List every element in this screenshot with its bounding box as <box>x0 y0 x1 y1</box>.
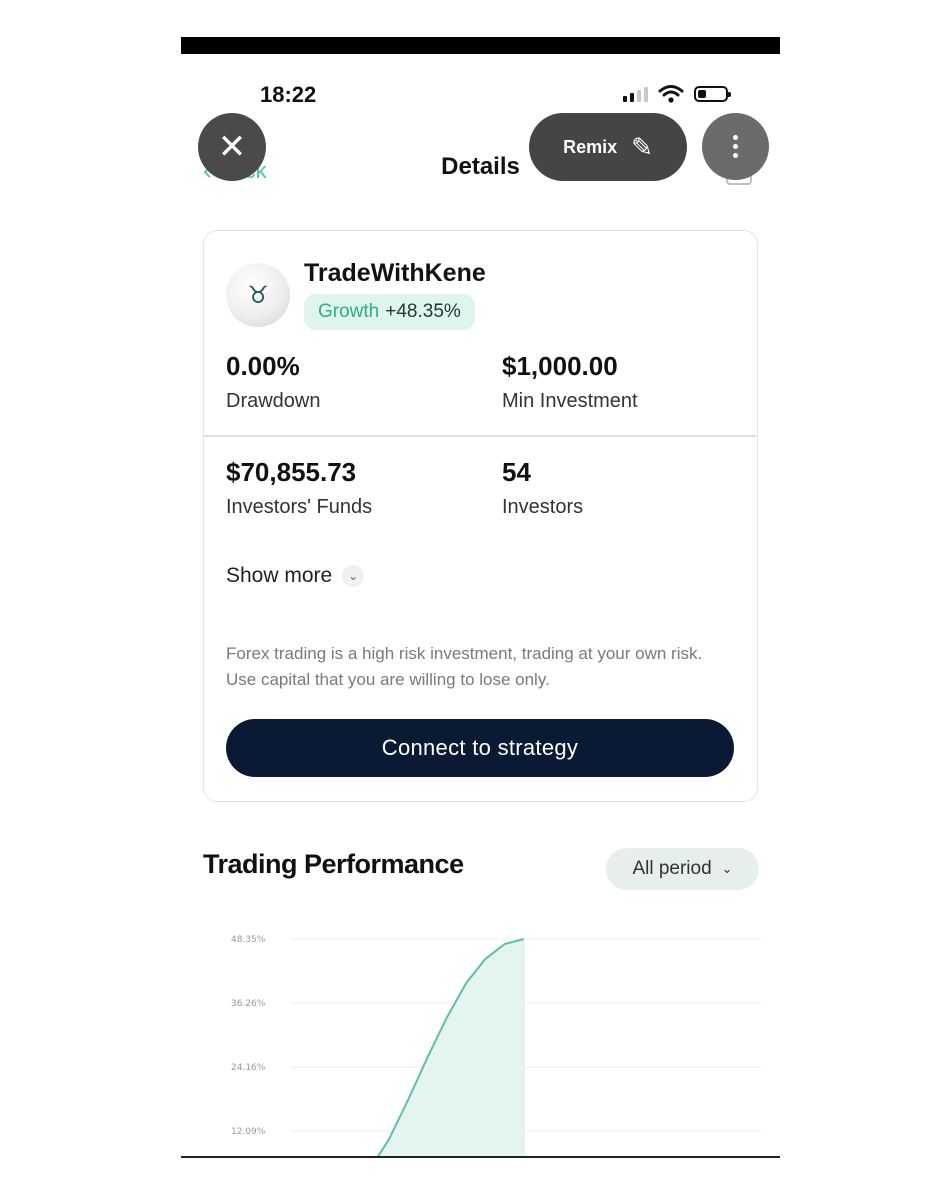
y-tick-label: 24.16% <box>231 1063 266 1073</box>
growth-value: +48.35% <box>385 301 461 322</box>
status-time: 18:22 <box>260 82 317 107</box>
stat-investors-funds: $70,855.73 Investors' Funds <box>226 457 372 519</box>
y-tick-label: 48.35% <box>231 935 266 945</box>
close-icon: ✕ <box>217 128 247 166</box>
growth-label: Growth <box>318 301 380 322</box>
stat-label: Min Investment <box>502 390 638 412</box>
stat-label: Investors <box>502 496 584 518</box>
growth-badge: Growth +48.35% <box>304 294 475 330</box>
more-options-button[interactable] <box>702 113 769 180</box>
card-divider <box>204 435 756 437</box>
wifi-icon <box>658 85 684 103</box>
bottom-divider <box>181 1156 780 1158</box>
stat-label: Drawdown <box>226 390 321 412</box>
close-button[interactable]: ✕ <box>198 113 266 181</box>
y-tick-label: 36.26% <box>231 999 266 1009</box>
remix-button[interactable]: Remix ✎ <box>529 113 687 181</box>
phone-screen: 18:22 ‹ Back Details ✕ Remix ✎ ♉ TradeWi… <box>181 37 780 1158</box>
performance-chart: 48.35% 36.26% 24.16% 12.09% <box>181 917 780 1158</box>
page-title: Details <box>441 153 520 180</box>
stat-investors: 54 Investors <box>502 457 583 519</box>
dot-icon <box>733 135 738 140</box>
show-more-button[interactable]: Show more ⌄ <box>226 564 365 588</box>
chevron-down-icon: ⌄ <box>342 565 365 587</box>
performance-chart-svg: 48.35% 36.26% 24.16% 12.09% <box>231 935 761 1158</box>
status-icons <box>623 84 731 104</box>
stat-drawdown: 0.00% Drawdown <box>226 351 320 413</box>
top-black-bar <box>181 37 780 54</box>
risk-disclaimer: Forex trading is a high risk investment,… <box>226 644 703 689</box>
avatar[interactable]: ♉ <box>226 263 290 327</box>
performance-area <box>377 939 524 1158</box>
bull-logo-icon: ♉ <box>247 281 269 309</box>
section-title: Trading Performance <box>203 849 464 879</box>
stat-value: $1,000.00 <box>502 351 618 381</box>
strategy-card: ♉ TradeWithKene Growth +48.35% 0.00% Dra… <box>203 230 758 802</box>
stat-value: 0.00% <box>226 351 300 381</box>
battery-icon <box>694 86 731 102</box>
period-dropdown[interactable]: All period ⌄ <box>606 848 759 890</box>
trader-name: TradeWithKene <box>304 259 486 287</box>
cellular-signal-icon <box>623 86 648 102</box>
stat-label: Investors' Funds <box>226 496 373 518</box>
chevron-down-icon: ⌄ <box>721 861 733 876</box>
show-more-label: Show more <box>226 564 333 587</box>
stat-value: 54 <box>502 457 531 487</box>
stat-min-investment: $1,000.00 Min Investment <box>502 351 638 413</box>
dot-icon <box>733 153 738 158</box>
dot-icon <box>733 144 738 149</box>
stat-value: $70,855.73 <box>226 457 357 487</box>
connect-to-strategy-button[interactable]: Connect to strategy <box>226 719 734 777</box>
magic-wand-icon: ✎ <box>631 131 653 162</box>
y-tick-label: 12.09% <box>231 1127 266 1137</box>
remix-label: Remix <box>563 136 618 157</box>
period-label: All period <box>632 858 712 879</box>
